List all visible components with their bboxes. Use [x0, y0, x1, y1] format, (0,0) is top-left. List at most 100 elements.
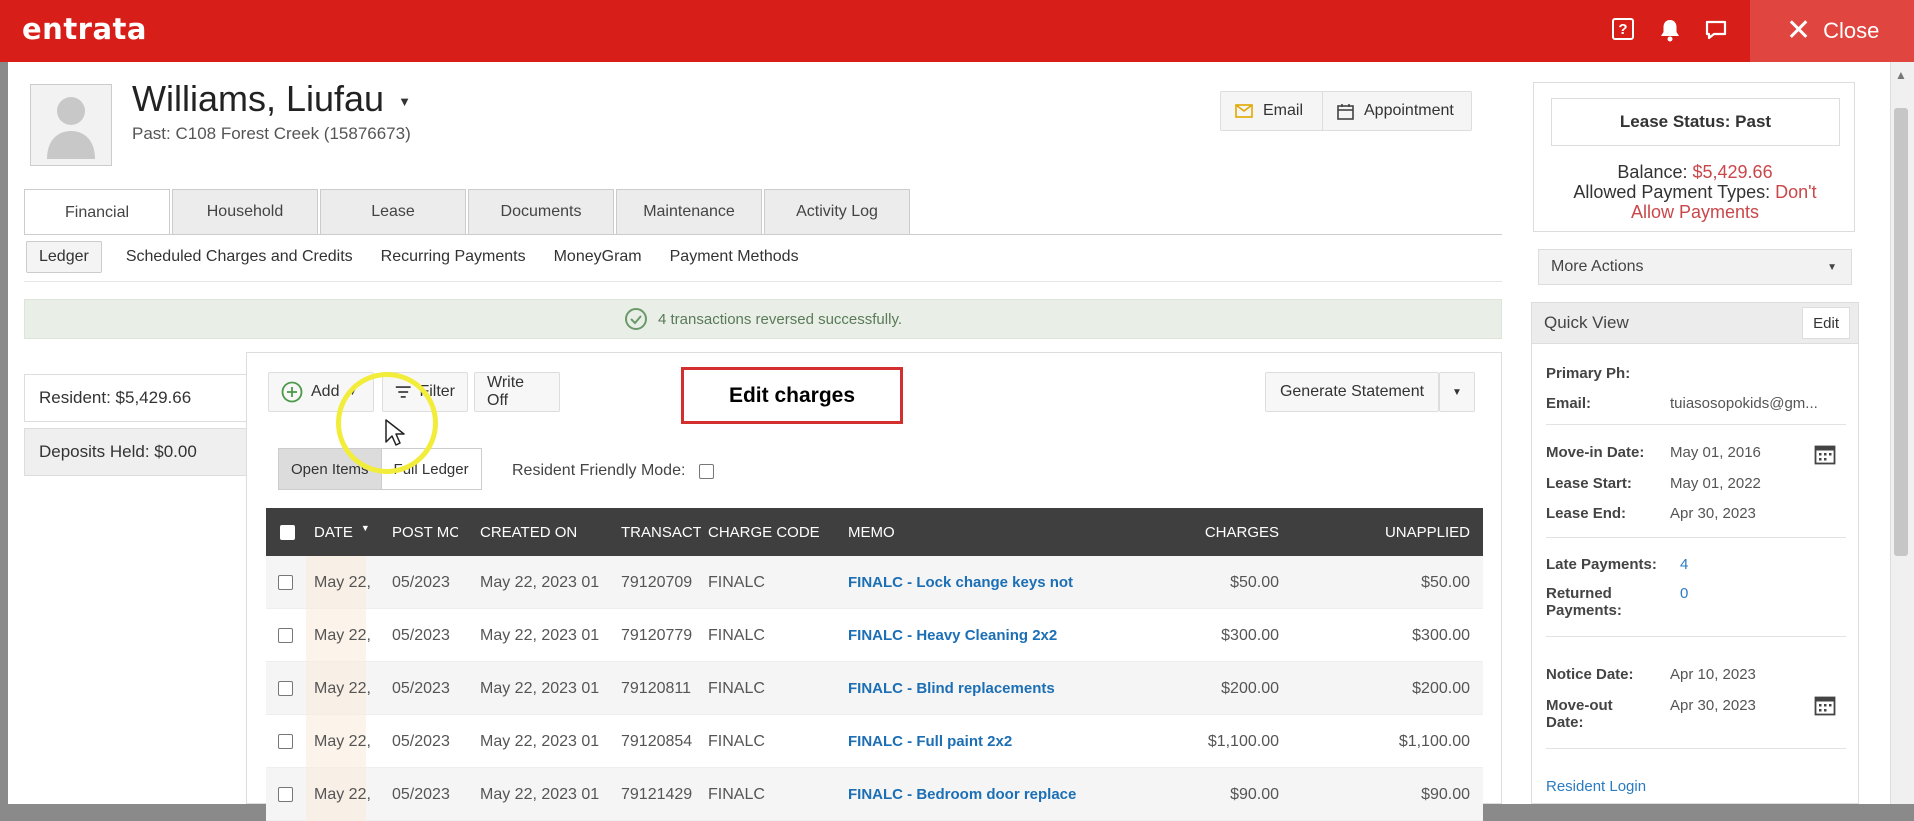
help-icon[interactable]: ? — [1612, 18, 1634, 40]
row-checkbox[interactable] — [278, 715, 293, 768]
email-value[interactable]: tuiasosopokids@gm... — [1670, 395, 1818, 412]
cell-unapplied: $300.00 — [1412, 626, 1470, 644]
scrollbar-thumb[interactable] — [1894, 108, 1908, 556]
tab-activity-log[interactable]: Activity Log — [764, 189, 910, 234]
tabs-divider — [24, 234, 1502, 235]
calendar-icon[interactable] — [1814, 694, 1836, 716]
resident-friendly-checkbox[interactable] — [699, 463, 715, 479]
move-out-label-line2: Date: — [1546, 714, 1584, 731]
check-circle-icon — [625, 308, 647, 330]
cell-charges: $1,100.00 — [1207, 732, 1279, 750]
tab-maintenance[interactable]: Maintenance — [616, 189, 762, 234]
tab-household[interactable]: Household — [172, 189, 318, 234]
tab-documents[interactable]: Documents — [468, 189, 614, 234]
cell-unapplied: $200.00 — [1412, 679, 1470, 697]
resident-subtitle: Past: C108 Forest Creek (15876673) — [132, 124, 411, 143]
table-row[interactable]: May 22, 05/2023 May 22, 2023 01 79120709 FIN… — [266, 556, 1483, 609]
caret-down-icon: ▼ — [1452, 386, 1462, 398]
appointment-button[interactable]: Appointment — [1322, 91, 1472, 131]
sub-tabs: Ledger Scheduled Charges and Credits Rec… — [26, 241, 813, 273]
divider — [1546, 537, 1846, 538]
cell-date: May 22, — [314, 732, 371, 750]
cell-unapplied: $1,100.00 — [1398, 732, 1470, 750]
scroll-up-icon[interactable]: ▲ — [1895, 68, 1907, 82]
more-actions-dropdown[interactable]: More Actions ▼ — [1538, 249, 1852, 285]
cell-memo[interactable]: FINALC - Lock change keys not — [848, 556, 1091, 609]
chat-icon[interactable] — [1704, 18, 1728, 42]
resident-login-link[interactable]: Resident Login — [1546, 778, 1646, 795]
cell-created: May 22, 2023 01 — [480, 732, 600, 750]
more-actions-label: More Actions — [1551, 258, 1644, 275]
deposits-held-card[interactable]: Deposits Held: $0.00 — [24, 428, 254, 476]
success-text: 4 transactions reversed successfully. — [658, 310, 902, 328]
generate-statement-dropdown[interactable]: ▼ — [1439, 372, 1475, 412]
col-charge-code[interactable]: CHARGE CODE — [708, 508, 820, 556]
table-row[interactable]: May 22, 05/2023 May 22, 2023 01 79120854 FIN… — [266, 715, 1483, 768]
add-label: Add — [311, 383, 340, 400]
row-checkbox[interactable] — [278, 556, 293, 609]
divider — [1546, 636, 1846, 637]
resident-name-row: Williams, Liufau ▼ — [132, 78, 411, 120]
move-out-value: Apr 30, 2023 — [1670, 697, 1756, 714]
email-button[interactable]: Email — [1220, 91, 1324, 131]
cell-charges: $90.00 — [1230, 785, 1279, 803]
col-transaction[interactable]: TRANSACT — [621, 508, 701, 556]
col-unapplied[interactable]: UNAPPLIED — [1326, 508, 1470, 556]
calendar-icon — [1337, 103, 1354, 120]
select-all-checkbox[interactable] — [280, 508, 295, 556]
quick-view-edit-button[interactable]: Edit — [1802, 307, 1850, 339]
balance-value: $5,429.66 — [1692, 162, 1773, 182]
payment-types-line: Allowed Payment Types: Don't — [1540, 182, 1850, 202]
table-row[interactable]: May 22, 05/2023 May 22, 2023 01 79121429 FIN… — [266, 768, 1483, 821]
row-checkbox[interactable] — [278, 609, 293, 662]
entrata-logo[interactable]: entrata — [22, 12, 147, 46]
bell-icon[interactable] — [1658, 18, 1682, 42]
table-row[interactable]: May 22, 05/2023 May 22, 2023 01 79120811 FIN… — [266, 662, 1483, 715]
cell-code: FINALC — [708, 732, 765, 750]
caret-down-icon[interactable]: ▼ — [398, 94, 411, 109]
generate-statement-button[interactable]: Generate Statement — [1265, 372, 1439, 412]
table-row[interactable]: May 22, 05/2023 May 22, 2023 01 79120779 FIN… — [266, 609, 1483, 662]
returned-label-line2: Payments: — [1546, 602, 1622, 619]
col-post-month[interactable]: POST MC — [392, 508, 458, 556]
subtab-ledger[interactable]: Ledger — [26, 241, 102, 273]
subtab-payment-methods[interactable]: Payment Methods — [656, 242, 813, 272]
divider — [1546, 424, 1846, 425]
quick-view-body — [1531, 344, 1859, 804]
cell-code: FINALC — [708, 573, 765, 591]
top-bar: entrata ? ✕ Close — [0, 0, 1914, 62]
avatar[interactable] — [30, 84, 112, 166]
tab-lease[interactable]: Lease — [320, 189, 466, 234]
resident-balance-card[interactable]: Resident: $5,429.66 — [24, 374, 254, 422]
cell-memo[interactable]: FINALC - Blind replacements — [848, 662, 1091, 715]
cell-memo[interactable]: FINALC - Bedroom door replace — [848, 768, 1091, 821]
cell-post: 05/2023 — [392, 679, 450, 697]
cell-memo[interactable]: FINALC - Heavy Cleaning 2x2 — [848, 609, 1091, 662]
cell-created: May 22, 2023 01 — [480, 785, 600, 803]
row-checkbox[interactable] — [278, 662, 293, 715]
col-date-label: DATE — [314, 523, 353, 541]
subtab-recurring-payments[interactable]: Recurring Payments — [367, 242, 540, 272]
write-off-button[interactable]: Write Off — [474, 372, 560, 412]
col-created-on[interactable]: CREATED ON — [480, 508, 577, 556]
subtab-moneygram[interactable]: MoneyGram — [540, 242, 656, 272]
calendar-icon[interactable] — [1814, 443, 1836, 465]
subtab-scheduled-charges[interactable]: Scheduled Charges and Credits — [112, 242, 367, 272]
checkbox-icon — [278, 628, 293, 643]
tab-financial[interactable]: Financial — [24, 189, 170, 235]
late-payments-value[interactable]: 4 — [1680, 556, 1688, 573]
row-checkbox[interactable] — [278, 768, 293, 821]
col-date[interactable]: DATE ▼ — [314, 508, 370, 556]
cell-txn: 79120811 — [621, 679, 691, 697]
close-button[interactable]: ✕ Close — [1750, 0, 1914, 62]
cell-charges: $300.00 — [1221, 626, 1279, 644]
cell-created: May 22, 2023 01 — [480, 573, 600, 591]
cell-memo[interactable]: FINALC - Full paint 2x2 — [848, 715, 1091, 768]
col-charges[interactable]: CHARGES — [1166, 508, 1279, 556]
returned-payments-value[interactable]: 0 — [1680, 585, 1688, 602]
cell-unapplied: $50.00 — [1421, 573, 1470, 591]
checkbox-icon — [278, 734, 293, 749]
cell-charges: $50.00 — [1230, 573, 1279, 591]
move-in-label: Move-in Date: — [1546, 444, 1645, 461]
col-memo[interactable]: MEMO — [848, 508, 895, 556]
